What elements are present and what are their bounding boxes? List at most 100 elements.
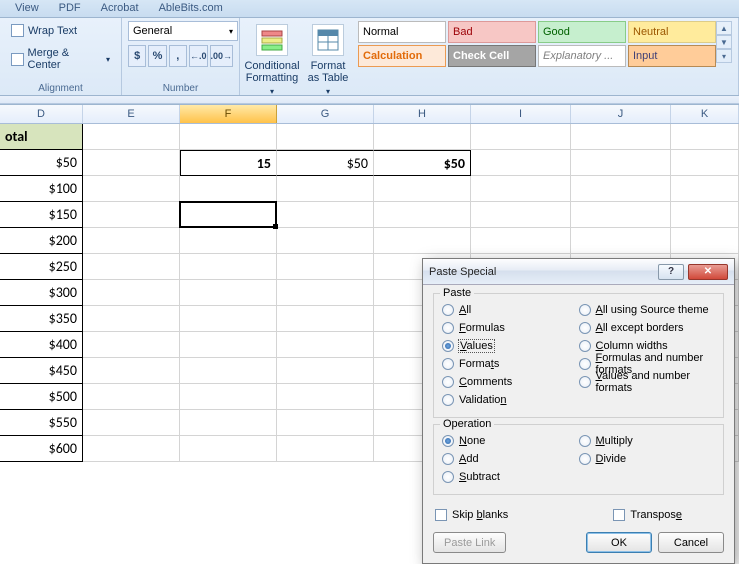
cell-F-1[interactable]: 15 <box>180 150 277 176</box>
cell-F-5[interactable] <box>180 254 277 280</box>
cell-F-8[interactable] <box>180 332 277 358</box>
cell-G-5[interactable] <box>277 254 374 280</box>
dialog-titlebar[interactable]: Paste Special ? ✕ <box>423 259 734 285</box>
cell-G-10[interactable] <box>277 384 374 410</box>
style-normal[interactable]: Normal <box>358 21 446 43</box>
style-bad[interactable]: Bad <box>448 21 536 43</box>
paste-radio-all-except-borders[interactable]: All except borders <box>579 319 716 336</box>
cell-E-4[interactable] <box>83 228 180 254</box>
skip-blanks-checkbox[interactable]: Skip blanks <box>435 506 508 523</box>
cell-F-10[interactable] <box>180 384 277 410</box>
cell-F-2[interactable] <box>180 176 277 202</box>
cell-D-5[interactable]: $250 <box>0 254 83 280</box>
cell-G-2[interactable] <box>277 176 374 202</box>
paste-radio-values-and-number-formats[interactable]: Values and number formats <box>579 373 716 390</box>
cell-J-2[interactable] <box>571 176 671 202</box>
transpose-checkbox[interactable]: Transpose <box>613 506 682 523</box>
operation-radio-divide[interactable]: Divide <box>579 450 716 467</box>
tab-view[interactable]: View <box>5 0 49 17</box>
cell-D-2[interactable]: $100 <box>0 176 83 202</box>
format-as-table-button[interactable]: Format as Table▾ <box>302 21 354 100</box>
cell-E-2[interactable] <box>83 176 180 202</box>
styles-scroll-up[interactable]: ▲ <box>716 21 732 35</box>
cell-E-7[interactable] <box>83 306 180 332</box>
ok-button[interactable]: OK <box>586 532 652 553</box>
cell-G-9[interactable] <box>277 358 374 384</box>
close-button[interactable]: ✕ <box>688 264 728 280</box>
cell-K-1[interactable] <box>671 150 739 176</box>
styles-more[interactable]: ▾ <box>716 49 732 63</box>
percent-button[interactable]: % <box>148 45 166 67</box>
cell-K-2[interactable] <box>671 176 739 202</box>
tab-ablebits[interactable]: AbleBits.com <box>149 0 233 17</box>
style-good[interactable]: Good <box>538 21 626 43</box>
cell-F-6[interactable] <box>180 280 277 306</box>
cell-F-0[interactable] <box>180 124 277 150</box>
cell-E-5[interactable] <box>83 254 180 280</box>
cell-H-0[interactable] <box>374 124 471 150</box>
cell-D-11[interactable]: $550 <box>0 410 83 436</box>
cell-F-11[interactable] <box>180 410 277 436</box>
cell-D-4[interactable]: $200 <box>0 228 83 254</box>
cell-E-0[interactable] <box>83 124 180 150</box>
cell-J-3[interactable] <box>571 202 671 228</box>
styles-scroll-down[interactable]: ▼ <box>716 35 732 49</box>
cell-H-4[interactable] <box>374 228 471 254</box>
styles-scroll[interactable]: ▲ ▼ ▾ <box>716 21 732 67</box>
cell-G-4[interactable] <box>277 228 374 254</box>
cell-styles-gallery[interactable]: NormalBadGoodNeutralCalculationCheck Cel… <box>358 21 716 67</box>
cell-D-7[interactable]: $350 <box>0 306 83 332</box>
cell-D-9[interactable]: $450 <box>0 358 83 384</box>
cell-D-0[interactable]: otal <box>0 124 83 150</box>
cell-K-3[interactable] <box>671 202 739 228</box>
col-header-E[interactable]: E <box>83 105 180 123</box>
cell-F-3[interactable] <box>180 202 277 228</box>
operation-radio-subtract[interactable]: Subtract <box>442 468 579 485</box>
column-headers[interactable]: DEFGHIJK <box>0 104 739 124</box>
paste-radio-formulas[interactable]: Formulas <box>442 319 579 336</box>
help-button[interactable]: ? <box>658 264 684 280</box>
cell-I-1[interactable] <box>471 150 571 176</box>
cell-G-0[interactable] <box>277 124 374 150</box>
style-input[interactable]: Input <box>628 45 716 67</box>
wrap-text-button[interactable]: Wrap Text <box>6 21 82 40</box>
cell-D-3[interactable]: $150 <box>0 202 83 228</box>
cell-E-12[interactable] <box>83 436 180 462</box>
col-header-H[interactable]: H <box>374 105 471 123</box>
cell-D-1[interactable]: $50 <box>0 150 83 176</box>
style-calculation[interactable]: Calculation <box>358 45 446 67</box>
cell-D-8[interactable]: $400 <box>0 332 83 358</box>
col-header-G[interactable]: G <box>277 105 374 123</box>
cell-E-9[interactable] <box>83 358 180 384</box>
cell-K-4[interactable] <box>671 228 739 254</box>
increase-decimal-button[interactable]: ←.0 <box>189 45 208 67</box>
operation-radio-add[interactable]: Add <box>442 450 579 467</box>
cell-F-9[interactable] <box>180 358 277 384</box>
style-check-cell[interactable]: Check Cell <box>448 45 536 67</box>
decrease-decimal-button[interactable]: .00→ <box>210 45 234 67</box>
cell-F-4[interactable] <box>180 228 277 254</box>
cell-J-1[interactable] <box>571 150 671 176</box>
cell-I-3[interactable] <box>471 202 571 228</box>
cell-E-3[interactable] <box>83 202 180 228</box>
cell-E-1[interactable] <box>83 150 180 176</box>
paste-radio-formats[interactable]: Formats <box>442 355 579 372</box>
style-explanatory-[interactable]: Explanatory ... <box>538 45 626 67</box>
operation-radio-none[interactable]: None <box>442 432 579 449</box>
cell-G-7[interactable] <box>277 306 374 332</box>
col-header-F[interactable]: F <box>180 105 277 123</box>
cell-D-12[interactable]: $600 <box>0 436 83 462</box>
cell-E-11[interactable] <box>83 410 180 436</box>
cell-G-11[interactable] <box>277 410 374 436</box>
cell-F-12[interactable] <box>180 436 277 462</box>
comma-button[interactable]: , <box>169 45 187 67</box>
cell-I-2[interactable] <box>471 176 571 202</box>
col-header-J[interactable]: J <box>571 105 671 123</box>
cell-H-1[interactable]: $50 <box>374 150 471 176</box>
paste-radio-comments[interactable]: Comments <box>442 373 579 390</box>
tab-acrobat[interactable]: Acrobat <box>91 0 149 17</box>
paste-radio-values[interactable]: Values <box>442 337 579 354</box>
cell-I-0[interactable] <box>471 124 571 150</box>
cancel-button[interactable]: Cancel <box>658 532 724 553</box>
cell-J-0[interactable] <box>571 124 671 150</box>
